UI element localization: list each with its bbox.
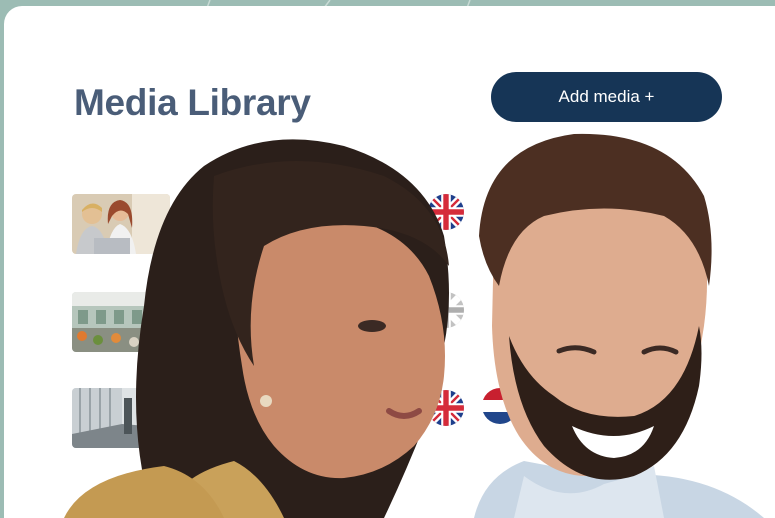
media-library-card: Media Library Add media + [4,6,775,518]
people-photo [64,133,764,518]
